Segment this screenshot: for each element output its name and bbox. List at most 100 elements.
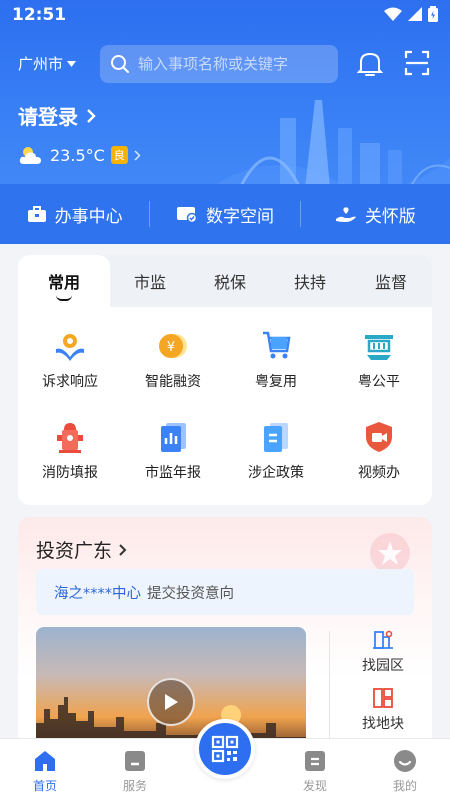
promo-video[interactable]: [36, 627, 306, 747]
city-selector[interactable]: 广州市: [18, 53, 77, 74]
mode-label: 关怀版: [364, 206, 416, 227]
tab-supervision[interactable]: 监督: [350, 255, 432, 307]
service-label: 市监年报: [145, 465, 201, 481]
find-park-link[interactable]: 找园区: [348, 629, 418, 675]
services-card: 常用 市监 税保 扶持 监督 诉求响应 ¥ 智能融资 粤复用 粤公平 消防填报: [18, 255, 432, 505]
service-fire-report[interactable]: 消防填报: [20, 420, 120, 482]
service-label: 视频办: [358, 465, 400, 481]
weather-widget[interactable]: 23.5°C 良: [18, 144, 141, 166]
nav-label: 服务: [122, 779, 147, 793]
scan-icon[interactable]: [404, 50, 430, 76]
link-label: 找园区: [362, 658, 404, 674]
status-bar: 12:51: [0, 0, 450, 32]
chevron-right-icon: [87, 108, 96, 123]
search-bar[interactable]: [100, 45, 338, 83]
service-appeal-response[interactable]: 诉求响应: [20, 329, 120, 391]
search-icon: [111, 55, 129, 73]
tab-label: 税保: [213, 273, 246, 292]
tab-support[interactable]: 扶持: [270, 255, 350, 307]
home-icon: [35, 751, 55, 771]
play-button[interactable]: [147, 678, 195, 726]
top-bar: 广州市: [0, 44, 450, 84]
wifi-icon: [384, 7, 402, 21]
discover-icon: [305, 751, 325, 771]
find-land-link[interactable]: 找地块: [348, 687, 418, 733]
video-shield-icon: [366, 422, 392, 452]
status-icons: [384, 6, 438, 22]
chevron-right-icon: [119, 543, 127, 556]
nav-profile[interactable]: 我的: [375, 749, 435, 794]
nav-home[interactable]: 首页: [15, 749, 75, 794]
invest-guangdong-card: 投资广东 海之****中心 提交投资意向 找园区 找地块: [18, 517, 432, 747]
id-card-icon: [176, 207, 198, 223]
fire-hydrant-icon: [57, 423, 83, 453]
invest-title-link[interactable]: 投资广东: [36, 536, 127, 563]
nav-services[interactable]: 服务: [105, 749, 165, 794]
qr-code-icon: [211, 735, 239, 763]
service-label: 涉企政策: [248, 465, 304, 481]
care-hand-icon: [335, 207, 356, 222]
appeal-response-icon: [56, 334, 84, 361]
finance-coin-icon: ¥: [159, 334, 187, 358]
dropdown-caret-icon: [67, 60, 77, 67]
service-label: 诉求响应: [42, 374, 98, 390]
link-label: 找地块: [362, 716, 404, 732]
air-quality-badge: 良: [110, 146, 128, 164]
policy-doc-icon: [264, 423, 288, 452]
service-label: 粤公平: [358, 374, 400, 390]
notice-text: 提交投资意向: [147, 585, 234, 602]
service-label: 智能融资: [145, 374, 201, 390]
service-yue-reuse[interactable]: 粤复用: [226, 329, 326, 391]
service-yue-fairness[interactable]: 粤公平: [329, 329, 429, 391]
tab-label: 市监: [133, 273, 166, 292]
signal-icon: [408, 7, 422, 21]
search-input[interactable]: [138, 55, 328, 73]
tab-market-supervision[interactable]: 市监: [110, 255, 190, 307]
investment-notice[interactable]: 海之****中心 提交投资意向: [36, 569, 414, 615]
service-annual-report[interactable]: 市监年报: [123, 420, 223, 482]
briefcase-icon: [27, 206, 46, 222]
land-plot-icon: [373, 688, 393, 708]
service-label: 消防填报: [42, 465, 98, 481]
scan-qr-button[interactable]: [195, 719, 255, 779]
mode-digital-space[interactable]: 数字空间: [150, 202, 299, 227]
notice-company: 海之****中心: [54, 585, 141, 602]
tab-label: 扶持: [293, 273, 326, 292]
invest-title: 投资广东: [36, 540, 113, 562]
mode-label: 办事中心: [54, 206, 123, 227]
nav-discover[interactable]: 发现: [285, 749, 345, 794]
annual-report-icon: [161, 423, 186, 452]
login-link[interactable]: 请登录: [18, 101, 96, 130]
status-time: 12:51: [12, 5, 67, 25]
chevron-right-small-icon: [134, 149, 141, 161]
service-enterprise-policy[interactable]: 涉企政策: [226, 420, 326, 482]
mode-care-edition[interactable]: 关怀版: [301, 202, 450, 227]
temperature: 23.5°C: [50, 145, 105, 165]
park-building-icon: [373, 630, 393, 649]
mode-bar: 办事中心 数字空间 关怀版: [0, 184, 450, 244]
nav-label: 发现: [302, 779, 327, 793]
mode-service-center[interactable]: 办事中心: [0, 202, 149, 227]
city-skyline-illustration: [210, 100, 450, 188]
bell-icon[interactable]: [357, 50, 383, 78]
cart-reuse-icon: [263, 331, 291, 359]
divider: [329, 631, 330, 747]
service-smart-finance[interactable]: ¥ 智能融资: [123, 329, 223, 391]
play-icon: [165, 694, 178, 710]
fairness-icon: [365, 335, 393, 360]
bottom-navigation: 首页 服务 发现 我的: [0, 719, 450, 800]
nav-label: 首页: [32, 779, 57, 793]
service-video-handling[interactable]: 视频办: [329, 420, 429, 482]
tab-label: 常用: [47, 273, 80, 292]
city-label: 广州市: [18, 55, 64, 73]
svg-text:¥: ¥: [167, 340, 175, 355]
service-label: 粤复用: [255, 374, 297, 390]
battery-icon: [428, 6, 438, 22]
tab-label: 监督: [374, 273, 407, 292]
login-label: 请登录: [18, 105, 78, 129]
service-icon: [125, 751, 145, 771]
mode-label: 数字空间: [205, 206, 274, 227]
partly-cloudy-icon: [19, 147, 41, 164]
tab-tax-insurance[interactable]: 税保: [190, 255, 270, 307]
nav-label: 我的: [392, 779, 417, 793]
